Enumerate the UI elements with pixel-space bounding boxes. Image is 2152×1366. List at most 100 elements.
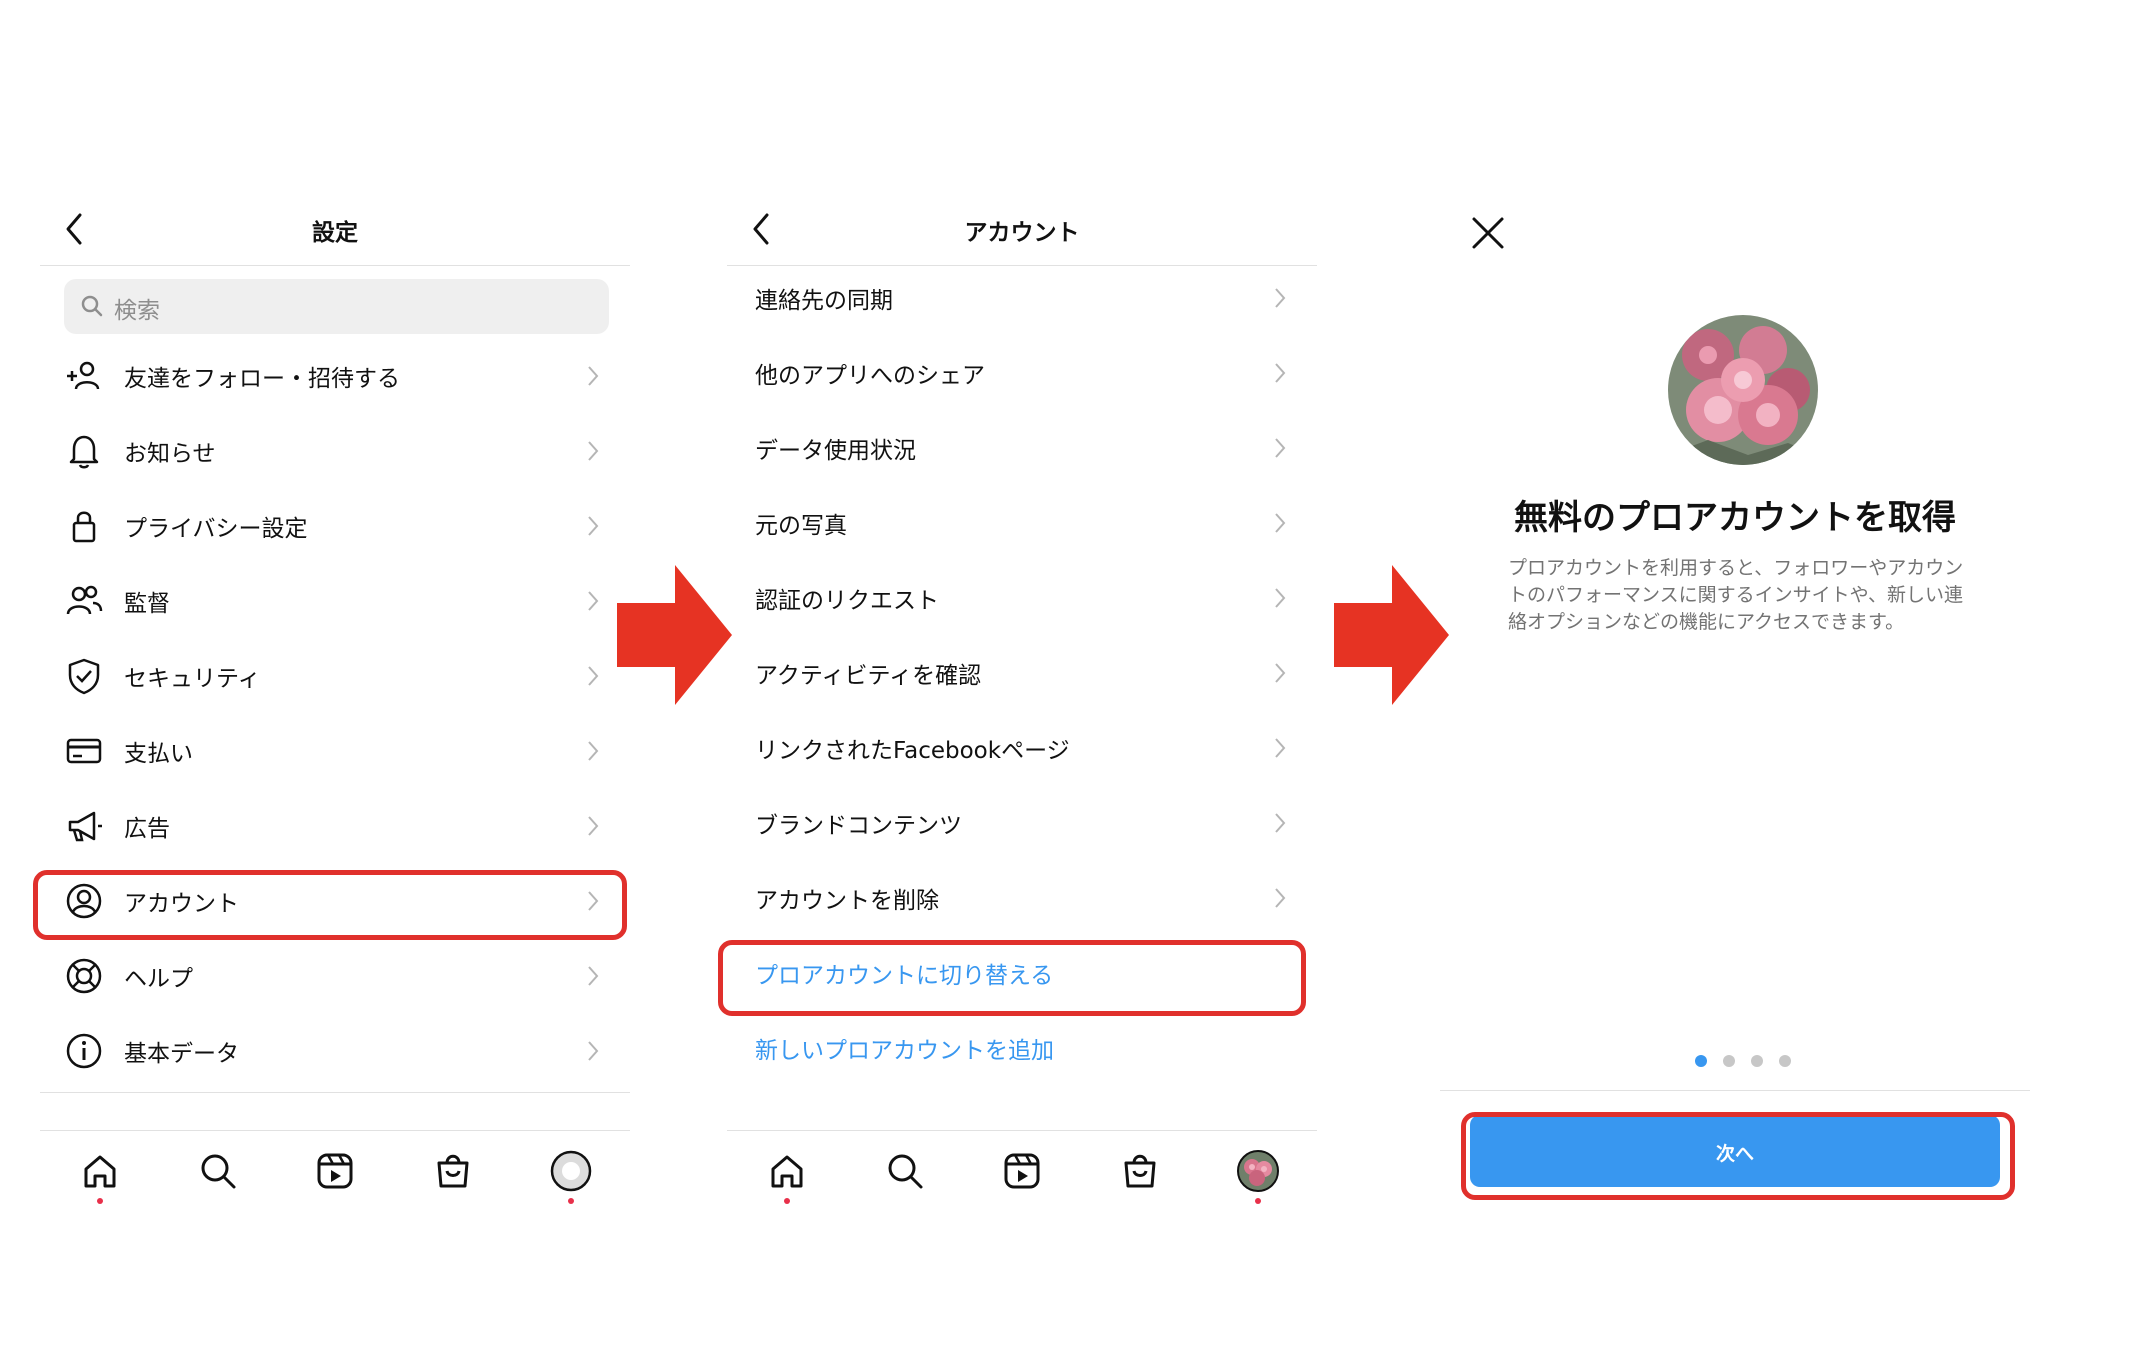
search-icon[interactable] — [196, 1149, 240, 1193]
chevron-right-icon — [1275, 588, 1286, 608]
highlight-switch-pro — [718, 940, 1306, 1016]
arrow-right-icon — [1334, 565, 1449, 705]
page-dot — [1723, 1055, 1735, 1067]
list-divider — [40, 1092, 630, 1093]
chevron-right-icon — [588, 516, 599, 536]
notification-dot — [568, 1198, 574, 1204]
chevron-right-icon — [1275, 813, 1286, 833]
account-item-label: 認証のリクエスト — [755, 588, 939, 614]
settings-item-privacy[interactable]: プライバシー設定 — [40, 489, 630, 564]
settings-item-label: 広告 — [124, 816, 170, 842]
close-icon[interactable] — [1468, 213, 1508, 253]
home-icon[interactable] — [765, 1149, 809, 1193]
account-item-share-apps[interactable]: 他のアプリへのシェア — [727, 336, 1317, 411]
settings-item-help[interactable]: ヘルプ — [40, 939, 630, 1014]
chevron-right-icon — [588, 966, 599, 986]
chevron-right-icon — [1275, 363, 1286, 383]
reels-icon[interactable] — [313, 1149, 357, 1193]
settings-item-label: セキュリティ — [124, 666, 261, 692]
account-item-original-photos[interactable]: 元の写真 — [727, 486, 1317, 561]
chevron-right-icon — [1275, 663, 1286, 683]
pro-account-description: プロアカウントを利用すると、フォロワーやアカウントのパフォーマンスに関するインサ… — [1508, 557, 1964, 633]
settings-item-label: 基本データ — [124, 1041, 239, 1067]
megaphone-icon — [68, 811, 102, 842]
chevron-right-icon — [588, 816, 599, 836]
account-item-label: 元の写真 — [755, 513, 847, 539]
settings-item-label: 支払い — [124, 741, 193, 767]
page-dot-active — [1695, 1055, 1707, 1067]
settings-item-label: お知らせ — [124, 441, 216, 467]
account-item-label: アカウントを削除 — [755, 888, 939, 914]
add-person-icon — [67, 361, 100, 390]
settings-item-ads[interactable]: 広告 — [40, 789, 630, 864]
footer-divider — [1440, 1090, 2030, 1091]
settings-screen: 設定 検索 友達をフォロー・招待する お知らせ プライバシー設定 監督 セキュリ… — [40, 195, 630, 1220]
highlight-next-button — [1461, 1112, 2015, 1200]
settings-item-about[interactable]: 基本データ — [40, 1014, 630, 1089]
add-pro-account-label: 新しいプロアカウントを追加 — [755, 1038, 1054, 1064]
settings-item-label: プライバシー設定 — [124, 516, 308, 542]
account-item-activity[interactable]: アクティビティを確認 — [727, 636, 1317, 711]
arrow-right-icon — [617, 565, 732, 705]
chevron-right-icon — [588, 366, 599, 386]
chevron-right-icon — [1275, 738, 1286, 758]
account-item-linked-facebook[interactable]: リンクされたFacebookページ — [727, 711, 1317, 786]
chevron-right-icon — [588, 1041, 599, 1061]
shop-icon[interactable] — [431, 1149, 475, 1193]
account-item-label: 連絡先の同期 — [755, 288, 893, 314]
bottom-tab-bar — [40, 1130, 630, 1211]
info-icon — [66, 1033, 102, 1069]
settings-item-follow-invite[interactable]: 友達をフォロー・招待する — [40, 339, 630, 414]
notification-dot — [784, 1198, 790, 1204]
notification-dot — [1255, 1198, 1261, 1204]
account-item-label: データ使用状況 — [755, 438, 916, 464]
highlight-account-row — [33, 870, 627, 940]
notification-dot — [97, 1198, 103, 1204]
page-dot — [1751, 1055, 1763, 1067]
shield-check-icon — [68, 658, 100, 695]
credit-card-icon — [66, 738, 102, 764]
settings-item-security[interactable]: セキュリティ — [40, 639, 630, 714]
profile-avatar[interactable] — [1236, 1149, 1280, 1193]
people-icon — [66, 585, 103, 615]
account-item-delete[interactable]: アカウントを削除 — [727, 861, 1317, 936]
settings-item-supervision[interactable]: 監督 — [40, 564, 630, 639]
search-icon — [81, 295, 103, 317]
pro-account-title: 無料のプロアカウントを取得 — [1514, 498, 1956, 538]
settings-item-label: 友達をフォロー・招待する — [124, 366, 400, 392]
chevron-right-icon — [1275, 438, 1286, 458]
page-dot — [1779, 1055, 1791, 1067]
account-item-branded-content[interactable]: ブランドコンテンツ — [727, 786, 1317, 861]
account-header: アカウント — [727, 195, 1317, 266]
page-title: 設定 — [312, 220, 358, 246]
account-screen: アカウント 連絡先の同期 他のアプリへのシェア データ使用状況 元の写真 認証の… — [727, 195, 1317, 1220]
account-item-contacts-sync[interactable]: 連絡先の同期 — [727, 261, 1317, 336]
search-placeholder: 検索 — [114, 298, 160, 324]
shop-icon[interactable] — [1118, 1149, 1162, 1193]
bell-icon — [69, 435, 99, 469]
settings-item-notifications[interactable]: お知らせ — [40, 414, 630, 489]
pro-account-screen: 無料のプロアカウントを取得 プロアカウントを利用すると、フォロワーやアカウントの… — [1440, 195, 2030, 1220]
add-pro-account-link[interactable]: 新しいプロアカウントを追加 — [727, 1011, 1317, 1086]
page-title: アカウント — [964, 220, 1080, 246]
chevron-right-icon — [588, 741, 599, 761]
chevron-right-icon — [1275, 888, 1286, 908]
home-icon[interactable] — [78, 1149, 122, 1193]
search-icon[interactable] — [883, 1149, 927, 1193]
lock-icon — [72, 511, 96, 543]
chevron-right-icon — [588, 591, 599, 611]
settings-item-label: 監督 — [124, 591, 170, 617]
account-item-data-usage[interactable]: データ使用状況 — [727, 411, 1317, 486]
search-input[interactable]: 検索 — [64, 279, 609, 334]
settings-item-label: ヘルプ — [124, 966, 193, 992]
profile-avatar[interactable] — [549, 1149, 593, 1193]
account-item-label: アクティビティを確認 — [755, 663, 982, 689]
account-item-label: 他のアプリへのシェア — [755, 363, 985, 389]
bottom-tab-bar — [727, 1130, 1317, 1211]
chevron-right-icon — [588, 441, 599, 461]
profile-photo — [1668, 315, 1818, 465]
lifebuoy-icon — [66, 958, 102, 994]
account-item-verification[interactable]: 認証のリクエスト — [727, 561, 1317, 636]
reels-icon[interactable] — [1000, 1149, 1044, 1193]
settings-item-payments[interactable]: 支払い — [40, 714, 630, 789]
